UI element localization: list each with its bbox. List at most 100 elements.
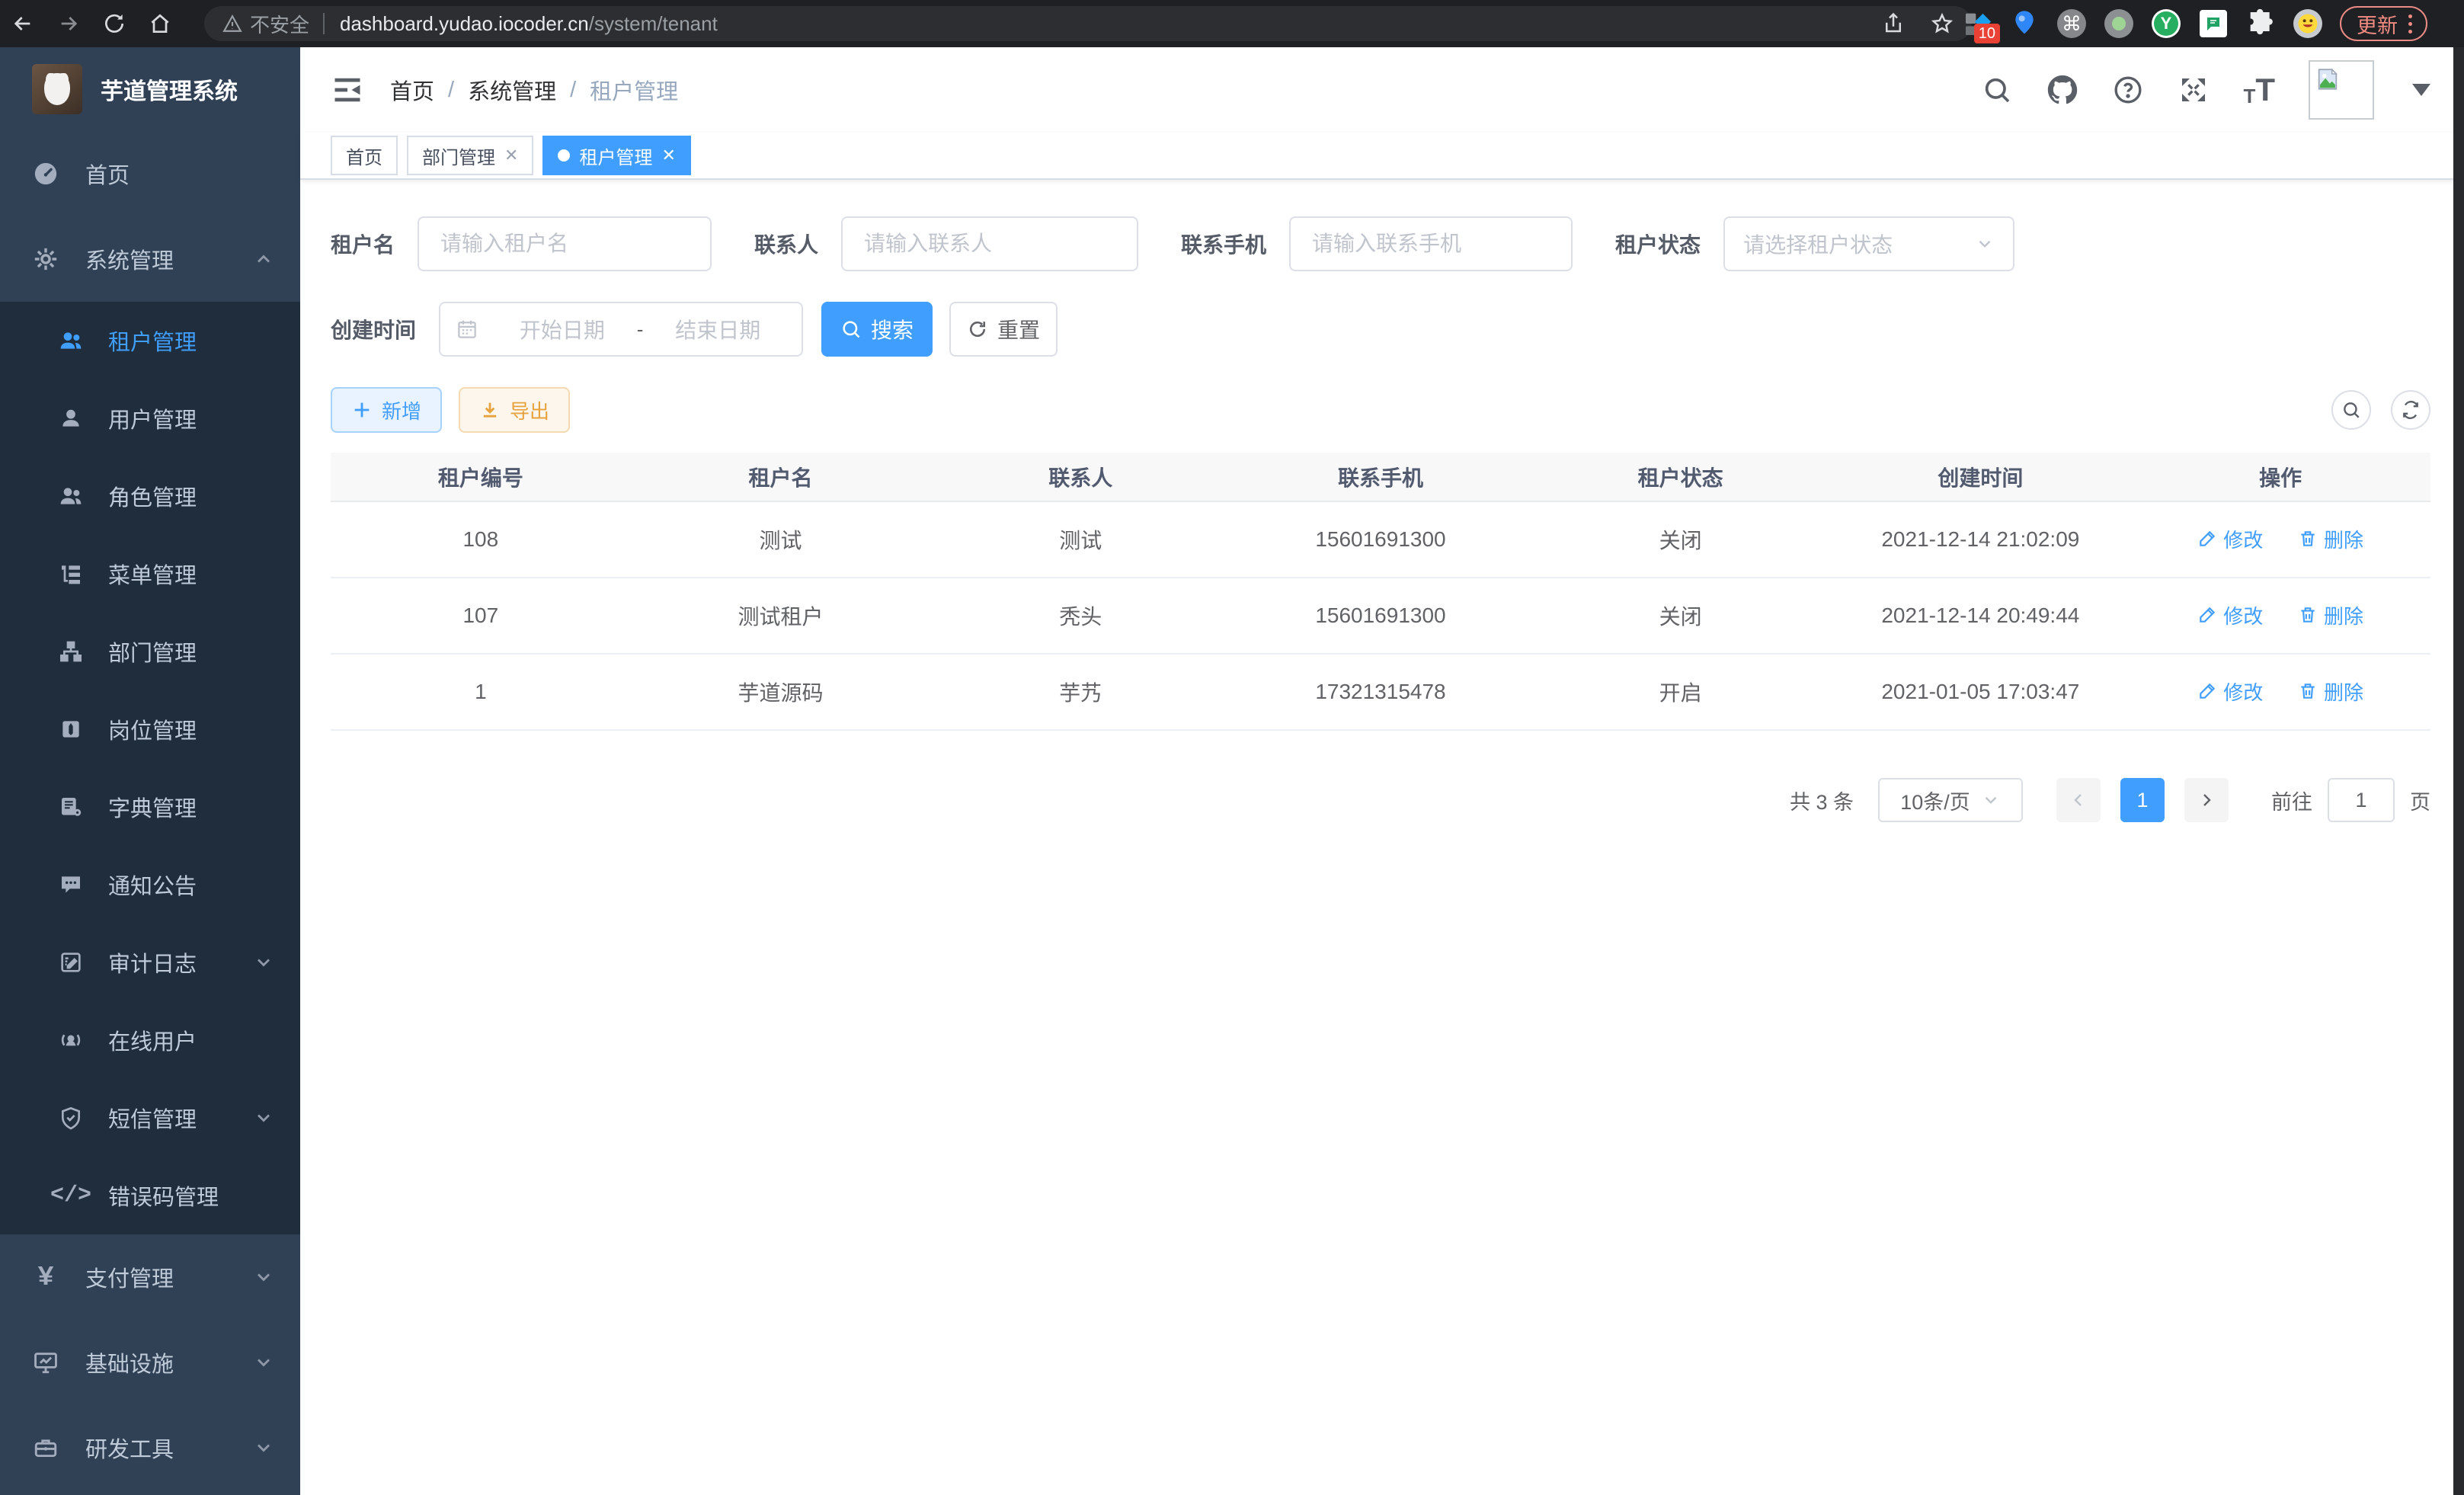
sidebar-item-audit-log[interactable]: 审计日志 <box>0 924 300 1001</box>
tab-dept-management[interactable]: 部门管理 ✕ <box>407 136 533 175</box>
page-size-select[interactable]: 10条/页 <box>1878 778 2023 822</box>
chevron-down-icon <box>253 1107 274 1128</box>
add-button[interactable]: 新增 <box>331 387 442 433</box>
sidebar-item-tenant-management[interactable]: 租户管理 <box>0 302 300 379</box>
sidebar-item-dev-tools[interactable]: 研发工具 <box>0 1405 300 1490</box>
sidebar-item-user-management[interactable]: 用户管理 <box>0 379 300 457</box>
browser-back-button[interactable] <box>0 0 46 47</box>
extension-puzzle-icon[interactable] <box>2245 8 2276 39</box>
cell-tenant-name: 测试租户 <box>631 578 931 654</box>
cell-mobile: 15601691300 <box>1230 578 1531 654</box>
window-right-edge <box>2453 47 2464 1495</box>
chevron-right-icon <box>2197 791 2216 809</box>
extension-emoji-icon[interactable] <box>2293 8 2323 39</box>
user-avatar[interactable] <box>2309 60 2374 120</box>
tab-close-icon[interactable]: ✕ <box>661 146 675 165</box>
extension-command-icon[interactable]: ⌘ <box>2056 8 2087 39</box>
sidebar-item-online-users[interactable]: 在线用户 <box>0 1001 300 1079</box>
header-search-button[interactable] <box>1981 74 2013 106</box>
cell-created: 2021-12-14 20:49:44 <box>1831 578 2131 654</box>
sidebar-item-post-management[interactable]: 岗位管理 <box>0 690 300 768</box>
extension-blocks-icon[interactable]: 10 <box>1962 8 1992 39</box>
browser-forward-button[interactable] <box>46 0 91 47</box>
not-secure-warning-icon <box>222 14 242 34</box>
yen-icon: ¥ <box>32 1263 59 1291</box>
header-help-button[interactable] <box>2112 74 2144 106</box>
extension-y-icon[interactable]: Y <box>2151 8 2181 39</box>
refresh-table-button[interactable] <box>2391 390 2430 430</box>
delete-link[interactable]: 删除 <box>2298 525 2363 553</box>
sidebar-item-home[interactable]: 首页 <box>0 131 300 216</box>
extension-chat-icon[interactable] <box>2198 8 2229 39</box>
sidebar-item-label: 部门管理 <box>108 635 274 667</box>
search-button[interactable]: 搜索 <box>821 302 933 357</box>
header-github-button[interactable] <box>2046 74 2078 106</box>
chevron-down-icon <box>253 1266 274 1288</box>
table-header-row: 租户编号 租户名 联系人 联系手机 租户状态 创建时间 操作 <box>331 453 2430 501</box>
header-font-size-button[interactable]: TT <box>2243 74 2275 106</box>
sidebar-item-infrastructure[interactable]: 基础设施 <box>0 1320 300 1405</box>
url-host: dashboard.yudao.iocoder.cn <box>340 12 589 36</box>
export-button[interactable]: 导出 <box>459 387 570 433</box>
address-bar[interactable]: 不安全 dashboard.yudao.iocoder.cn /system/t… <box>204 6 1972 41</box>
active-tab-dot <box>558 149 570 162</box>
delete-link[interactable]: 删除 <box>2298 601 2363 629</box>
edit-link[interactable]: 修改 <box>2197 677 2263 706</box>
sidebar: 芋道管理系统 首页 系统管理 租户管理 <box>0 47 300 1495</box>
create-time-range-picker[interactable]: 开始日期 - 结束日期 <box>439 302 803 357</box>
chevron-down-icon <box>253 1437 274 1458</box>
contact-input[interactable] <box>841 216 1138 271</box>
sidebar-logo[interactable]: 芋道管理系统 <box>0 47 300 131</box>
browser-home-button[interactable] <box>137 0 183 47</box>
security-label: 不安全 <box>250 10 309 38</box>
tab-home[interactable]: 首页 <box>331 136 398 175</box>
avatar-caret-icon[interactable] <box>2412 84 2430 96</box>
sidebar-item-sms-management[interactable]: 短信管理 <box>0 1079 300 1157</box>
trash-icon <box>2298 605 2318 625</box>
share-icon[interactable] <box>1882 12 1905 35</box>
chevron-down-icon <box>253 952 274 973</box>
sidebar-item-payment[interactable]: ¥ 支付管理 <box>0 1234 300 1320</box>
extension-dot-icon[interactable] <box>2104 8 2134 39</box>
header-fullscreen-button[interactable] <box>2178 74 2210 106</box>
users-icon <box>58 328 84 354</box>
sidebar-item-label: 字典管理 <box>108 791 274 823</box>
next-page-button[interactable] <box>2184 778 2229 822</box>
edit-link[interactable]: 修改 <box>2197 601 2263 629</box>
sidebar-item-menu-management[interactable]: 菜单管理 <box>0 535 300 613</box>
book-gear-icon <box>58 794 84 820</box>
sidebar-item-dict-management[interactable]: 字典管理 <box>0 768 300 846</box>
prev-page-button[interactable] <box>2056 778 2101 822</box>
sidebar-item-dept-management[interactable]: 部门管理 <box>0 613 300 690</box>
browser-menu-icon[interactable] <box>2408 14 2412 34</box>
tab-close-icon[interactable]: ✕ <box>504 146 518 165</box>
breadcrumb-system[interactable]: 系统管理 <box>468 74 556 106</box>
sidebar-fold-button[interactable] <box>331 73 364 107</box>
edit-link[interactable]: 修改 <box>2197 525 2263 553</box>
goto-page-input[interactable] <box>2328 778 2395 822</box>
refresh-icon <box>967 319 988 340</box>
badge-id-icon <box>58 716 84 742</box>
reset-button[interactable]: 重置 <box>949 302 1058 357</box>
bookmark-star-icon[interactable] <box>1931 12 1954 35</box>
tenant-status-select[interactable]: 请选择租户状态 <box>1723 216 2014 271</box>
breadcrumb-home[interactable]: 首页 <box>390 74 434 106</box>
tenant-name-input[interactable] <box>418 216 712 271</box>
sidebar-item-label: 首页 <box>85 158 274 190</box>
tab-tenant-management[interactable]: 租户管理 ✕ <box>542 136 690 175</box>
sidebar-item-role-management[interactable]: 角色管理 <box>0 457 300 535</box>
sidebar-item-system[interactable]: 系统管理 <box>0 216 300 302</box>
extension-balloon-icon[interactable] <box>2009 8 2040 39</box>
monitor-icon <box>32 1349 59 1376</box>
show-search-toggle-button[interactable] <box>2331 390 2371 430</box>
page-number-button[interactable]: 1 <box>2120 778 2165 822</box>
browser-reload-button[interactable] <box>91 0 137 47</box>
puzzle-icon <box>2245 8 2276 39</box>
column-header: 操作 <box>2130 453 2430 501</box>
sidebar-item-notice[interactable]: 通知公告 <box>0 846 300 924</box>
delete-link[interactable]: 删除 <box>2298 677 2363 706</box>
sidebar-item-error-code[interactable]: </> 错误码管理 <box>0 1157 300 1234</box>
browser-update-button[interactable]: 更新 <box>2340 6 2427 41</box>
mobile-input[interactable] <box>1289 216 1573 271</box>
sidebar-item-label: 错误码管理 <box>108 1180 274 1212</box>
